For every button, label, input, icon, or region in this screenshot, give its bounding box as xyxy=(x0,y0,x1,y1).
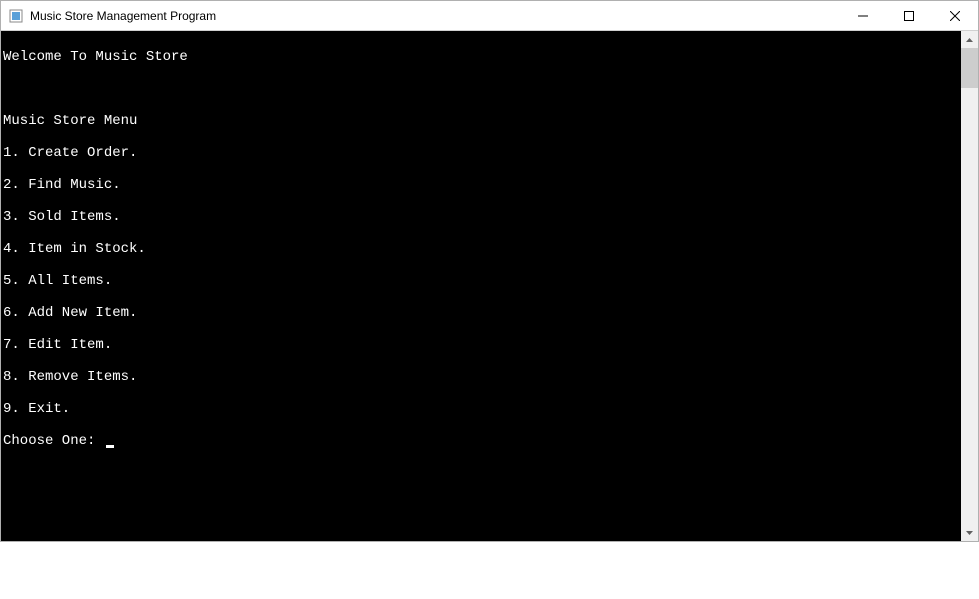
console-menu-item: 2. Find Music. xyxy=(3,177,961,193)
scroll-thumb[interactable] xyxy=(961,48,978,88)
scroll-up-button[interactable] xyxy=(961,31,978,48)
scroll-track[interactable] xyxy=(961,48,978,524)
vertical-scrollbar[interactable] xyxy=(961,31,978,541)
console-menu-item: 5. All Items. xyxy=(3,273,961,289)
console-menu-item: 1. Create Order. xyxy=(3,145,961,161)
console-prompt-text: Choose One: xyxy=(3,433,104,449)
console-menu-title: Music Store Menu xyxy=(3,113,961,129)
console-menu-item: 9. Exit. xyxy=(3,401,961,417)
console-blank-line xyxy=(3,81,961,97)
app-icon xyxy=(8,8,24,24)
console-menu-item: 4. Item in Stock. xyxy=(3,241,961,257)
console-output[interactable]: Welcome To Music Store Music Store Menu … xyxy=(1,31,961,541)
window-controls xyxy=(840,1,978,30)
console-menu-item: 7. Edit Item. xyxy=(3,337,961,353)
titlebar: Music Store Management Program xyxy=(1,1,978,31)
app-window: Music Store Management Program Welcome T… xyxy=(0,0,979,542)
client-area: Welcome To Music Store Music Store Menu … xyxy=(1,31,978,541)
scroll-down-button[interactable] xyxy=(961,524,978,541)
console-menu-item: 3. Sold Items. xyxy=(3,209,961,225)
close-button[interactable] xyxy=(932,1,978,30)
console-menu-item: 6. Add New Item. xyxy=(3,305,961,321)
console-menu-item: 8. Remove Items. xyxy=(3,369,961,385)
console-welcome-line: Welcome To Music Store xyxy=(3,49,961,65)
window-title: Music Store Management Program xyxy=(30,9,840,23)
cursor-icon xyxy=(106,445,114,448)
console-prompt-line: Choose One: xyxy=(3,433,961,449)
maximize-button[interactable] xyxy=(886,1,932,30)
minimize-button[interactable] xyxy=(840,1,886,30)
